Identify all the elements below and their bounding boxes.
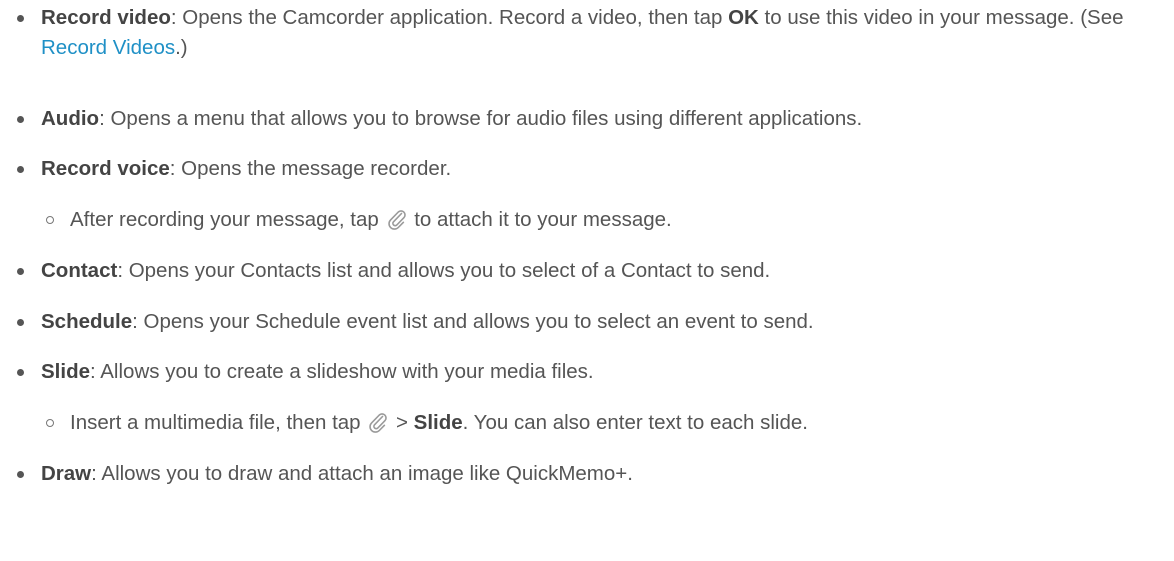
description-text: .) bbox=[175, 36, 188, 59]
description-text: to use this video in your message. (See bbox=[758, 6, 1124, 29]
term-record-voice: Record voice bbox=[41, 157, 170, 180]
term-slide: Slide bbox=[41, 360, 90, 383]
description-text: : Opens your Schedule event list and all… bbox=[132, 310, 814, 333]
bullet bbox=[17, 471, 24, 478]
sub-list-item-insert-multimedia: Insert a multimedia file, then tap > Sli… bbox=[46, 408, 1174, 438]
bullet bbox=[17, 166, 24, 173]
description-text: : Opens your Contacts list and allows yo… bbox=[117, 259, 771, 282]
sub-text: to attach it to your message. bbox=[408, 208, 672, 231]
sub-text: > bbox=[390, 411, 414, 434]
term-schedule: Schedule bbox=[41, 310, 133, 333]
slide-label: Slide bbox=[413, 411, 463, 434]
paperclip-icon bbox=[369, 413, 388, 433]
bullet bbox=[17, 116, 24, 123]
term-contact: Contact bbox=[41, 259, 118, 282]
description-text: : Allows you to draw and attach an image… bbox=[91, 462, 633, 485]
term-draw: Draw bbox=[41, 462, 92, 485]
description-text: : Opens the Camcorder application. Recor… bbox=[170, 6, 729, 29]
description-text: : Opens a menu that allows you to browse… bbox=[99, 107, 863, 130]
description-text: : Allows you to create a slideshow with … bbox=[90, 360, 594, 383]
term-record-video: Record video bbox=[41, 6, 171, 29]
list-item-contact: Contact: Opens your Contacts list and al… bbox=[17, 256, 1174, 286]
bullet bbox=[17, 369, 24, 376]
sub-bullet bbox=[46, 216, 54, 224]
record-videos-link[interactable]: Record Videos bbox=[41, 36, 175, 59]
sub-text: Insert a multimedia file, then tap bbox=[70, 411, 367, 434]
list-item-slide: Slide: Allows you to create a slideshow … bbox=[17, 357, 1174, 387]
paperclip-icon bbox=[387, 210, 406, 230]
sub-text: . You can also enter text to each slide. bbox=[462, 411, 808, 434]
sub-list-item-after-recording: After recording your message, tap to att… bbox=[46, 205, 1174, 235]
bullet bbox=[17, 319, 24, 326]
sub-text: After recording your message, tap bbox=[70, 208, 385, 231]
bullet bbox=[17, 268, 24, 275]
bullet bbox=[17, 15, 24, 22]
ok-label: OK bbox=[728, 6, 759, 29]
description-text: : Opens the message recorder. bbox=[169, 157, 452, 180]
sub-bullet bbox=[46, 419, 54, 427]
list-item-record-voice: Record voice: Opens the message recorder… bbox=[17, 154, 1174, 184]
term-audio: Audio bbox=[41, 107, 100, 130]
list-item-draw: Draw: Allows you to draw and attach an i… bbox=[17, 459, 1174, 489]
list-item-record-video: Record video: Opens the Camcorder applic… bbox=[17, 3, 1161, 63]
list-item-audio: Audio: Opens a menu that allows you to b… bbox=[17, 104, 1174, 134]
list-item-schedule: Schedule: Opens your Schedule event list… bbox=[17, 307, 1174, 337]
